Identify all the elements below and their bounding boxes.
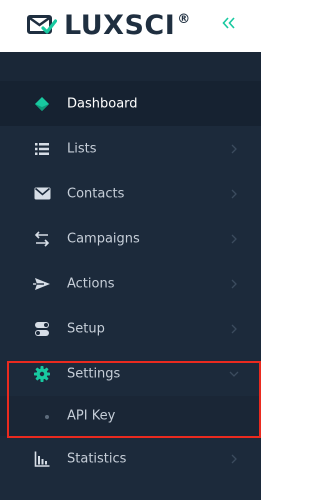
bullet-dot-icon [45,415,49,419]
sidebar-subitem-api-key[interactable]: API Key [0,396,261,436]
sidebar-item-dashboard[interactable]: Dashboard [0,81,261,126]
sidebar-item-label: Statistics [67,451,127,466]
double-chevron-left-icon [222,17,235,29]
sidebar-item-actions[interactable]: Actions [0,261,261,306]
gear-icon [32,365,52,383]
sidebar-item-lists[interactable]: Lists [0,126,261,171]
chevron-down-icon [229,371,239,377]
sidebar: Dashboard Lists Contacts Campaigns Actio… [0,52,261,500]
sidebar-item-label: Setup [67,321,105,336]
sidebar-item-label: Dashboard [67,96,138,111]
logo[interactable]: LUXSCI ® [27,4,190,46]
sidebar-item-label: Settings [67,366,121,381]
arrows-exchange-icon [32,230,52,248]
chevron-right-icon [231,454,237,463]
bar-chart-icon [32,450,52,468]
collapse-sidebar-button[interactable] [217,10,241,36]
logo-text: LUXSCI [64,9,176,41]
sidebar-item-setup[interactable]: Setup [0,306,261,351]
logo-registered-mark: ® [177,12,191,27]
sidebar-item-label: Lists [67,141,97,156]
sidebar-subitem-label: API Key [67,408,116,424]
chevron-right-icon [231,279,237,288]
sidebar-item-statistics[interactable]: Statistics [0,436,261,481]
sidebar-item-label: Actions [67,276,115,291]
chevron-right-icon [231,144,237,153]
list-icon [32,140,52,158]
diamond-icon [32,95,52,113]
envelope-check-logo-icon [27,15,57,34]
chevron-right-icon [231,234,237,243]
sidebar-item-label: Contacts [67,186,125,201]
chevron-right-icon [231,324,237,333]
sidebar-item-label: Campaigns [67,231,140,246]
envelope-icon [32,185,52,203]
chevron-right-icon [231,189,237,198]
sidebar-top-strip [0,52,261,81]
sidebar-item-campaigns[interactable]: Campaigns [0,216,261,261]
send-icon [32,275,52,293]
sidebar-menu: Dashboard Lists Contacts Campaigns Actio… [0,81,261,481]
toggle-icon [32,320,52,338]
sidebar-item-contacts[interactable]: Contacts [0,171,261,216]
logo-bar: LUXSCI ® [0,0,261,50]
sidebar-item-settings[interactable]: Settings [0,351,261,396]
